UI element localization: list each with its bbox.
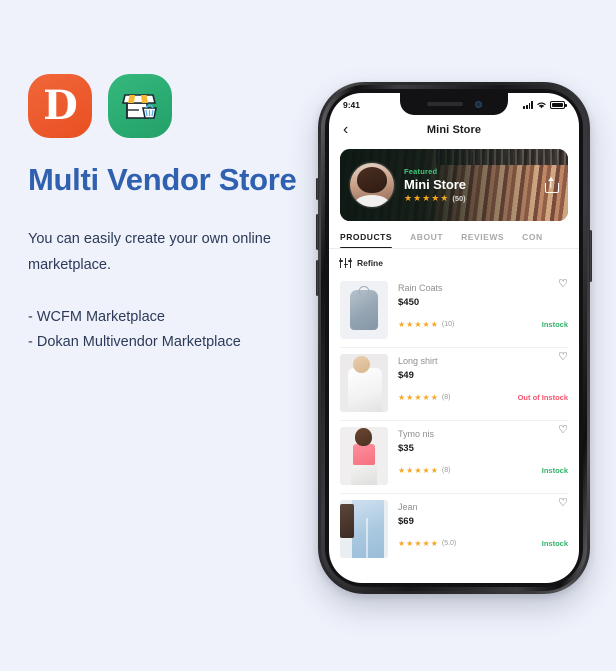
product-name: Jean: [398, 502, 418, 512]
product-thumbnail: [340, 427, 388, 485]
status-bar: 9:41: [329, 93, 579, 117]
power-button[interactable]: [589, 230, 592, 282]
tab-reviews[interactable]: REVIEWS: [461, 232, 504, 248]
status-badge: Instock: [541, 466, 568, 475]
heart-outline-icon[interactable]: ♡: [558, 352, 568, 363]
tab-contact[interactable]: CON: [522, 232, 543, 248]
avatar: [350, 163, 394, 207]
logo-row: D: [28, 74, 308, 138]
navbar-title: Mini Store: [426, 124, 482, 136]
status-badge: Instock: [541, 539, 568, 548]
rating-count: (5.0): [441, 540, 457, 547]
tab-about[interactable]: ABOUT: [410, 232, 443, 248]
store-banner-card[interactable]: Featured Mini Store ★★★★★ (50): [340, 149, 568, 221]
star-rating-icon: ★★★★★: [398, 392, 439, 402]
product-name: Tymo nis: [398, 429, 435, 439]
product-price: $35: [398, 443, 414, 454]
volume-down-button[interactable]: [316, 260, 319, 296]
star-rating-icon: ★★★★★: [398, 538, 439, 548]
status-icons: [523, 101, 567, 109]
rating-count: (8): [441, 467, 451, 474]
star-rating-icon: ★★★★★: [404, 193, 450, 203]
silent-switch[interactable]: [316, 178, 319, 200]
status-badge: Out of Instock: [517, 393, 568, 402]
status-badge: Instock: [541, 320, 568, 329]
tab-bar: PRODUCTS ABOUT REVIEWS CON: [329, 221, 579, 249]
table-row[interactable]: Long shirt $49 ★★★★★ (8) Out of Instock …: [340, 348, 568, 421]
product-rating: ★★★★★ (10): [398, 319, 455, 329]
product-name: Rain Coats: [398, 283, 443, 293]
product-thumbnail: [340, 281, 388, 339]
phone-mockup: 9:41 ‹ Mini Store Featured Mini Store ★★…: [316, 82, 592, 594]
heart-outline-icon[interactable]: ♡: [558, 425, 568, 436]
wifi-icon: [537, 102, 546, 109]
star-rating-icon: ★★★★★: [398, 319, 439, 329]
filter-sliders-icon: [338, 258, 353, 268]
table-row[interactable]: Tymo nis $35 ★★★★★ (8) Instock ♡: [340, 421, 568, 494]
phone-screen: 9:41 ‹ Mini Store Featured Mini Store ★★…: [329, 93, 579, 583]
product-rating: ★★★★★ (5.0): [398, 538, 457, 548]
share-icon[interactable]: [544, 177, 559, 193]
promo-bullet-list: - WCFM Marketplace - Dokan Multivendor M…: [28, 305, 308, 355]
rating-count: (10): [441, 321, 455, 328]
product-thumbnail: [340, 354, 388, 412]
rating-count: (8): [441, 394, 451, 401]
promo-description: You can easily create your own online ma…: [28, 231, 271, 273]
storefront-icon: [121, 94, 157, 119]
table-row[interactable]: Rain Coats $450 ★★★★★ (10) Instock ♡: [340, 275, 568, 348]
table-row[interactable]: Jean $69 ★★★★★ (5.0) Instock ♡: [340, 494, 568, 566]
store-logo: [108, 74, 172, 138]
product-thumbnail: [340, 500, 388, 558]
product-rating: ★★★★★ (8): [398, 392, 451, 402]
list-item: - Dokan Multivendor Marketplace: [28, 333, 241, 350]
star-rating-icon: ★★★★★: [398, 465, 439, 475]
status-time: 9:41: [343, 100, 361, 110]
list-item: - WCFM Marketplace: [28, 308, 165, 325]
product-name: Long shirt: [398, 356, 438, 366]
refine-button[interactable]: Refine: [329, 249, 579, 275]
store-name: Mini Store: [404, 177, 466, 192]
page-title: Multi Vendor Store: [28, 162, 297, 197]
cellular-bars-icon: [523, 101, 533, 109]
volume-up-button[interactable]: [316, 214, 319, 250]
store-rating: ★★★★★ (50): [404, 193, 534, 204]
heart-outline-icon[interactable]: ♡: [558, 279, 568, 290]
app-navbar: ‹ Mini Store: [329, 117, 579, 143]
rating-count: (50): [452, 194, 466, 203]
refine-label: Refine: [357, 258, 383, 268]
product-list: Rain Coats $450 ★★★★★ (10) Instock ♡ Lon…: [329, 275, 579, 566]
product-price: $69: [398, 516, 414, 527]
status-badge: Featured: [404, 167, 438, 176]
promo-panel: D Multi Vendor Store You can easily crea…: [28, 74, 308, 355]
battery-full-icon: [550, 101, 567, 109]
heart-outline-icon[interactable]: ♡: [558, 498, 568, 509]
product-rating: ★★★★★ (8): [398, 465, 451, 475]
tab-products[interactable]: PRODUCTS: [340, 232, 393, 248]
product-price: $49: [398, 370, 414, 381]
product-price: $450: [398, 297, 420, 308]
dokan-logo-glyph: D: [43, 82, 78, 129]
dokan-logo: D: [28, 74, 92, 138]
